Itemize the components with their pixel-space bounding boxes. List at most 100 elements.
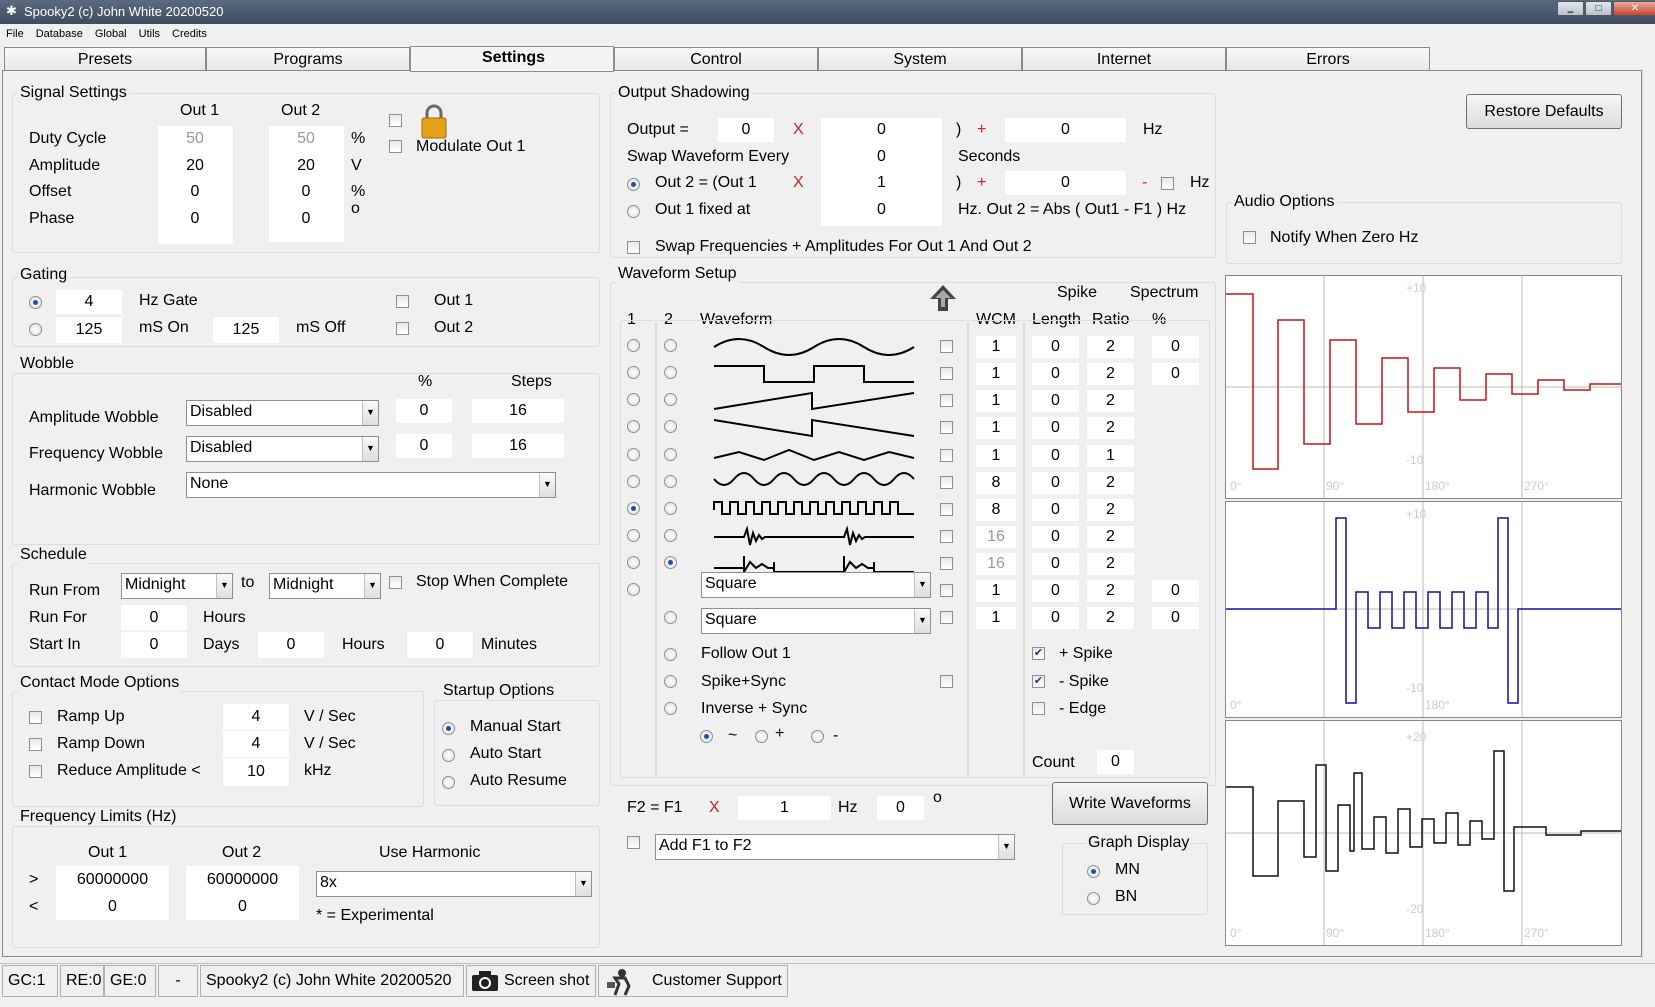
wcm-input[interactable]: 1	[976, 445, 1016, 467]
spike-length-input[interactable]: 0	[1032, 526, 1079, 548]
spike-length-input[interactable]: 0	[1032, 336, 1079, 358]
spectrum-input[interactable]: 0	[1152, 607, 1199, 629]
ramp-up-checkbox[interactable]	[29, 711, 42, 724]
f2-phase-input[interactable]: 0	[877, 796, 924, 820]
ramp-down-input[interactable]: 4	[223, 731, 289, 757]
waveform-enable-checkbox[interactable]	[940, 557, 953, 570]
hz-gate-input[interactable]: 4	[56, 290, 122, 314]
ramp-down-checkbox[interactable]	[29, 738, 42, 751]
wcm-input[interactable]: 16	[976, 526, 1016, 548]
wcm-input[interactable]: 1	[976, 607, 1016, 629]
tab-settings[interactable]: Settings	[410, 46, 614, 72]
waveform-out1-radio[interactable]	[627, 393, 640, 406]
add-f1-checkbox[interactable]	[627, 836, 640, 849]
spike-length-input[interactable]: 0	[1032, 445, 1079, 467]
wcm-input[interactable]: 1	[976, 580, 1016, 602]
notify-zero-hz-checkbox[interactable]	[1243, 231, 1256, 244]
start-in-hours-input[interactable]: 0	[258, 632, 324, 658]
reduce-amplitude-input[interactable]: 10	[223, 758, 289, 786]
waveform-out2-radio[interactable]	[664, 393, 677, 406]
wcm-input[interactable]: 8	[976, 499, 1016, 521]
spike-length-input[interactable]: 0	[1032, 553, 1079, 575]
spectrum-input[interactable]: 0	[1152, 363, 1199, 385]
run-for-input[interactable]: 0	[121, 605, 187, 630]
screenshot-button[interactable]: Screen shot	[466, 965, 596, 997]
waveform-enable-checkbox[interactable]	[940, 421, 953, 434]
spike-length-input[interactable]: 0	[1032, 390, 1079, 412]
output-input-1[interactable]: 0	[718, 118, 774, 142]
scrollbar[interactable]	[1642, 70, 1655, 963]
spectrum-input[interactable]: 0	[1152, 580, 1199, 602]
minimize-button[interactable]: ‗	[1557, 1, 1584, 16]
spectrum-input[interactable]: 0	[1152, 336, 1199, 358]
gate-out1-checkbox[interactable]	[396, 295, 409, 308]
sync-plus-radio[interactable]	[755, 730, 768, 743]
restore-defaults-button[interactable]: Restore Defaults	[1466, 94, 1622, 129]
spike-ratio-input[interactable]: 2	[1087, 417, 1134, 439]
waveform-enable-checkbox[interactable]	[940, 530, 953, 543]
waveform-enable-checkbox[interactable]	[940, 367, 953, 380]
freq-min-out2[interactable]: 0	[188, 898, 297, 916]
ms-on-radio[interactable]	[29, 323, 42, 336]
customer-support-button[interactable]: Customer Support	[598, 965, 788, 997]
tab-errors[interactable]: Errors	[1226, 47, 1430, 71]
manual-start-radio[interactable]	[442, 722, 455, 735]
upload-arrow-icon[interactable]	[928, 283, 958, 313]
sync-tilde-radio[interactable]	[700, 730, 713, 743]
sync-minus-radio[interactable]	[811, 730, 824, 743]
waveform-enable-checkbox[interactable]	[940, 611, 953, 624]
menu-global[interactable]: Global	[95, 24, 127, 40]
tab-control[interactable]: Control	[614, 47, 818, 71]
waveform-enable-checkbox[interactable]	[940, 394, 953, 407]
auto-resume-radio[interactable]	[442, 776, 455, 789]
duty-cycle-out2[interactable]: 50	[271, 130, 341, 148]
waveform-out2-radio[interactable]	[664, 339, 677, 352]
gate-out2-checkbox[interactable]	[396, 322, 409, 335]
out2-minus-checkbox[interactable]	[1161, 177, 1174, 190]
duty-cycle-out1[interactable]: 50	[160, 130, 230, 148]
wcm-input[interactable]: 16	[976, 553, 1016, 575]
phase-out2[interactable]: 0	[271, 210, 341, 228]
spike-length-input[interactable]: 0	[1032, 580, 1079, 602]
write-waveforms-button[interactable]: Write Waveforms	[1052, 782, 1208, 825]
menu-credits[interactable]: Credits	[172, 24, 207, 40]
tab-programs[interactable]: Programs	[206, 47, 410, 71]
spike-sync-checkbox[interactable]	[940, 675, 953, 688]
menu-utils[interactable]: Utils	[139, 24, 160, 40]
start-in-days-input[interactable]: 0	[121, 632, 187, 658]
harmonic-wobble-select[interactable]: None ▼	[186, 472, 556, 498]
out2-eq-radio[interactable]	[627, 178, 640, 191]
out1-fixed-input[interactable]: 0	[823, 201, 940, 219]
spike-length-input[interactable]: 0	[1032, 417, 1079, 439]
waveform-out1-radio[interactable]	[627, 475, 640, 488]
ramp-up-input[interactable]: 4	[223, 704, 289, 730]
amplitude-out2[interactable]: 20	[271, 157, 341, 175]
close-button[interactable]: ✕	[1613, 1, 1655, 16]
waveform-enable-checkbox[interactable]	[940, 476, 953, 489]
add-f1-select[interactable]: Add F1 to F2 ▼	[655, 834, 1015, 860]
menu-file[interactable]: File	[6, 24, 24, 40]
waveform-select-1[interactable]: Square ▼	[701, 572, 931, 598]
freq-min-out1[interactable]: 0	[58, 898, 167, 916]
reduce-amplitude-checkbox[interactable]	[29, 765, 42, 778]
spike-ratio-input[interactable]: 2	[1087, 553, 1134, 575]
lock-icon[interactable]	[420, 103, 448, 139]
waveform-out2-radio[interactable]	[664, 611, 677, 624]
amplitude-wobble-select[interactable]: Disabled ▼	[186, 400, 379, 426]
offset-out1[interactable]: 0	[160, 183, 230, 201]
run-from-select[interactable]: Midnight ▼	[121, 573, 233, 599]
auto-start-radio[interactable]	[442, 749, 455, 762]
wcm-input[interactable]: 8	[976, 472, 1016, 494]
freq-max-out2[interactable]: 60000000	[188, 871, 297, 889]
waveform-out1-radio[interactable]	[627, 420, 640, 433]
spike-length-input[interactable]: 0	[1032, 499, 1079, 521]
mn-radio[interactable]	[1087, 865, 1100, 878]
spike-ratio-input[interactable]: 2	[1087, 526, 1134, 548]
menu-database[interactable]: Database	[36, 24, 83, 40]
frequency-wobble-pct[interactable]: 0	[396, 434, 452, 458]
output-input-2[interactable]: 0	[823, 121, 940, 139]
out2-offset-input[interactable]: 0	[1005, 171, 1126, 195]
spike-length-input[interactable]: 0	[1032, 472, 1079, 494]
tab-internet[interactable]: Internet	[1022, 47, 1226, 71]
waveform-out2-radio[interactable]	[664, 529, 677, 542]
